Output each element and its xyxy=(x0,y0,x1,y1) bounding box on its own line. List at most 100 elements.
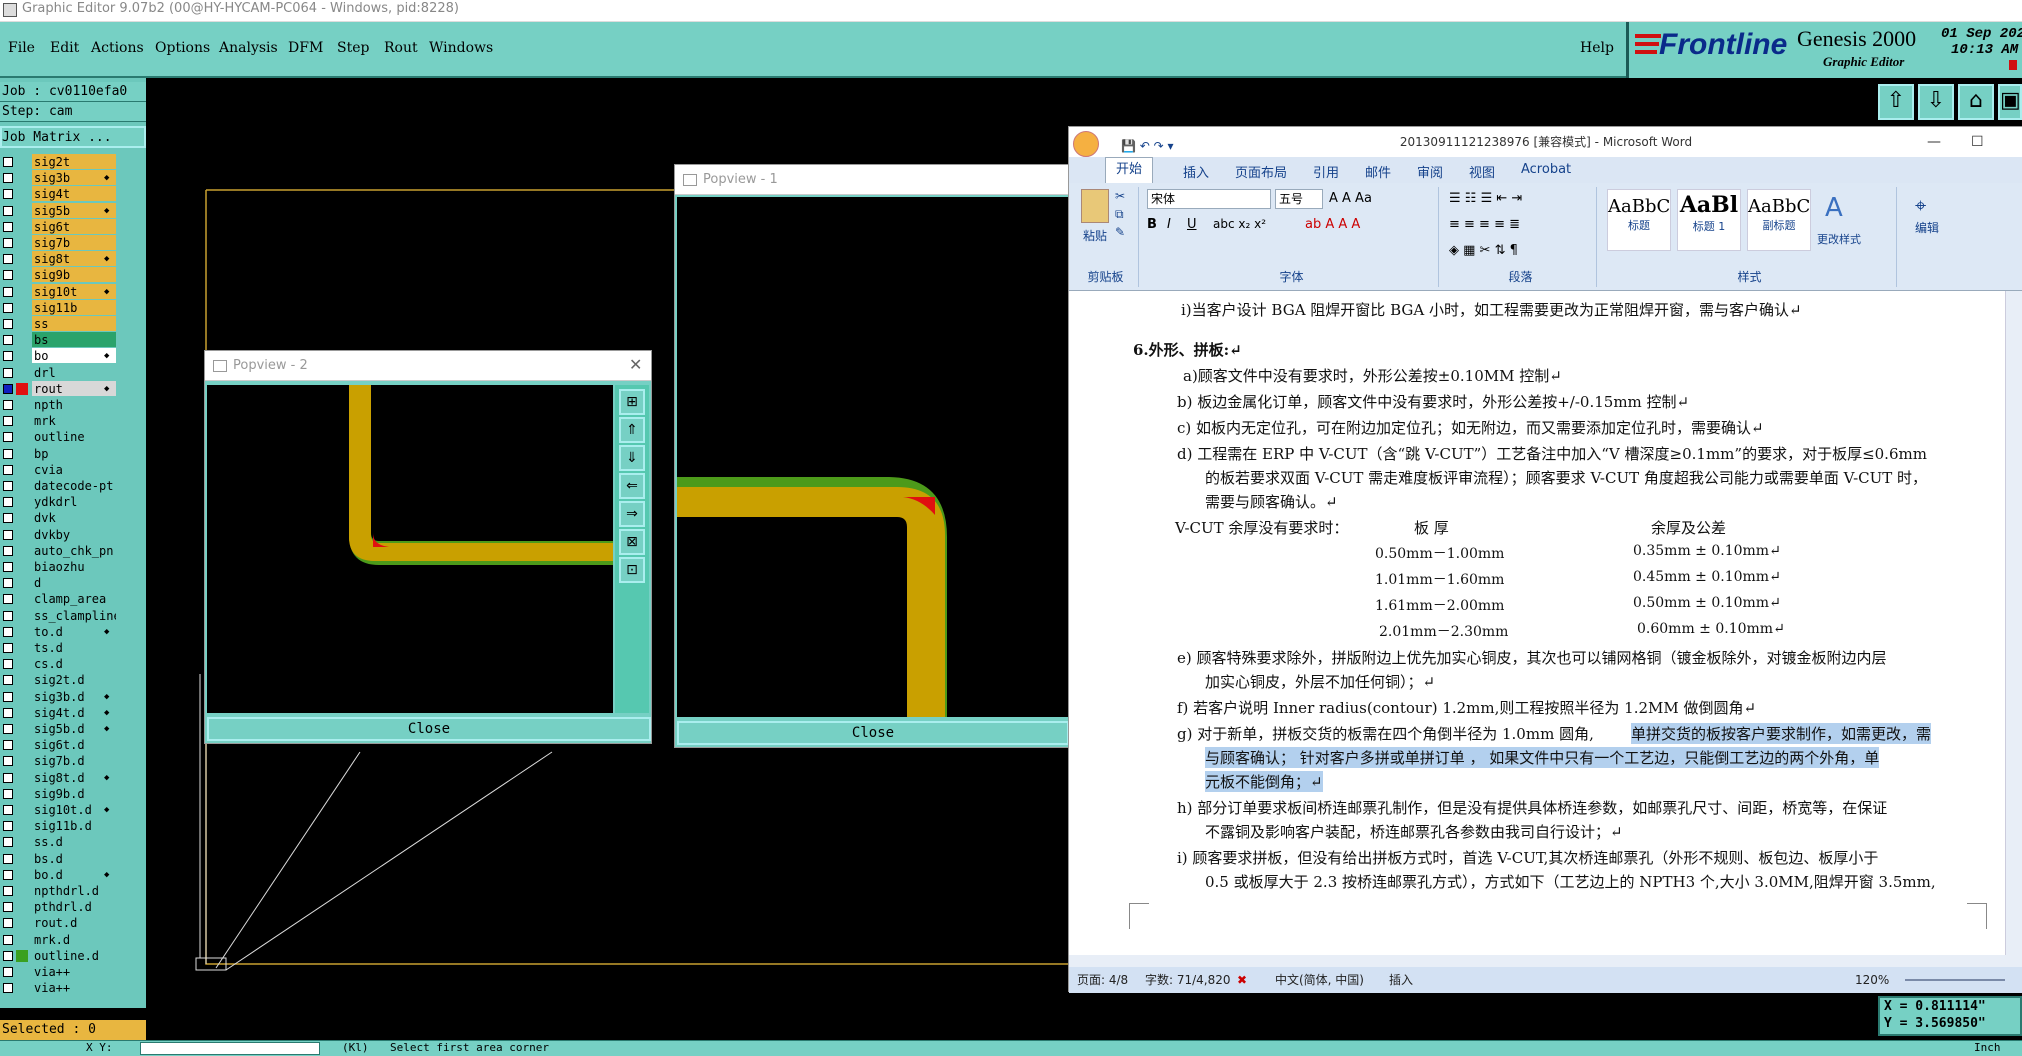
layer-checkbox[interactable] xyxy=(3,643,13,653)
layer-row[interactable]: sig3b ◆ xyxy=(0,170,146,186)
layer-checkbox[interactable] xyxy=(3,351,13,362)
layer-name[interactable]: pthdrl.d xyxy=(32,899,116,915)
popview-1-close-button[interactable]: Close xyxy=(677,721,1069,745)
layer-color-swatch[interactable] xyxy=(16,156,28,168)
layer-color-swatch[interactable] xyxy=(16,658,28,670)
layer-row[interactable]: sig6t.d xyxy=(0,737,146,753)
editing-icon[interactable]: ⌖ xyxy=(1915,193,1926,217)
menu-edit[interactable]: Edit xyxy=(50,40,79,56)
shading-icon[interactable]: ◈ ▦ ✂ ⇅ ¶ xyxy=(1449,243,1518,258)
layer-color-swatch[interactable] xyxy=(16,496,28,508)
change-styles-icon[interactable]: A xyxy=(1825,193,1843,223)
layer-checkbox[interactable] xyxy=(3,983,13,994)
layer-color-swatch[interactable] xyxy=(16,610,28,622)
spelling-icon[interactable]: ✖ xyxy=(1237,967,1247,993)
layer-name[interactable]: ss_clampline xyxy=(32,607,116,623)
layer-color-swatch[interactable] xyxy=(16,788,28,800)
layer-checkbox[interactable] xyxy=(3,513,13,524)
layer-color-swatch[interactable] xyxy=(16,464,28,476)
layer-checkbox[interactable] xyxy=(3,967,13,977)
layer-checkbox[interactable] xyxy=(3,400,13,410)
layer-color-swatch[interactable] xyxy=(16,237,28,249)
layer-row[interactable]: ydkdrl xyxy=(0,494,146,510)
font-color-icon[interactable]: ab A A A xyxy=(1305,217,1360,232)
tab-mailings[interactable]: 邮件 xyxy=(1365,162,1391,181)
pan-right-icon[interactable]: ⇒ xyxy=(619,501,645,527)
layer-name[interactable]: via++ xyxy=(32,980,116,996)
toolbar-window-icon[interactable]: ▣ xyxy=(1998,84,2022,120)
layer-color-swatch[interactable] xyxy=(16,853,28,865)
layer-row[interactable]: dvkby xyxy=(0,526,146,543)
popview-2-window[interactable]: Popview - 2 ✕ ⊞ ⇑ ⇓ ⇐ ⇒ ⊠ ⊡ Close xyxy=(204,350,652,744)
layer-color-swatch[interactable] xyxy=(16,901,28,913)
layer-row[interactable]: sig8t ◆ xyxy=(0,251,146,267)
layer-name[interactable]: ss.d xyxy=(32,834,116,850)
layer-color-swatch[interactable] xyxy=(16,949,28,962)
tab-acrobat[interactable]: Acrobat xyxy=(1521,162,1571,177)
layer-color-swatch[interactable] xyxy=(16,253,28,265)
layer-color-swatch[interactable] xyxy=(16,286,28,298)
layer-color-swatch[interactable] xyxy=(16,869,28,881)
layer-color-swatch[interactable] xyxy=(16,431,28,443)
layer-name[interactable]: via++ xyxy=(32,964,116,979)
layer-color-swatch[interactable] xyxy=(16,674,28,686)
layer-color-swatch[interactable] xyxy=(16,188,28,200)
menu-rout[interactable]: Rout xyxy=(384,40,418,56)
layer-checkbox[interactable] xyxy=(3,886,13,896)
layer-name[interactable]: clamp_area xyxy=(32,591,116,607)
layer-checkbox[interactable] xyxy=(3,497,13,508)
layer-checkbox[interactable] xyxy=(3,529,13,540)
align-icon[interactable]: ≡ ≡ ≡ ≡ ≣ xyxy=(1449,217,1520,232)
layer-row[interactable]: pthdrl.d xyxy=(0,899,146,915)
layer-row[interactable]: auto_chk_pn xyxy=(0,542,146,559)
layer-checkbox[interactable] xyxy=(3,902,13,913)
layer-color-swatch[interactable] xyxy=(16,934,28,946)
toolbar-import-icon[interactable]: ⇩ xyxy=(1918,84,1954,120)
layer-color-swatch[interactable] xyxy=(16,820,28,832)
layer-checkbox[interactable] xyxy=(3,869,13,880)
layer-color-swatch[interactable] xyxy=(16,577,28,589)
layer-row[interactable]: cs.d xyxy=(0,656,146,672)
word-window[interactable]: 💾 ↶ ↷ ▾ 20130911121238976 [兼容模式] - Micro… xyxy=(1068,126,2022,993)
font-name-select[interactable]: 宋体 xyxy=(1147,189,1271,209)
layer-row[interactable]: mrk.d xyxy=(0,931,146,948)
tab-references[interactable]: 引用 xyxy=(1313,162,1339,181)
layer-checkbox[interactable] xyxy=(3,464,13,475)
zoom-level[interactable]: 120% xyxy=(1855,967,1889,993)
zoom-slider[interactable] xyxy=(1905,979,2005,981)
menu-actions[interactable]: Actions xyxy=(91,40,144,56)
zoom-in-icon[interactable]: ⊞ xyxy=(619,389,645,415)
layer-name[interactable]: bs.d xyxy=(32,850,116,866)
layer-color-swatch[interactable] xyxy=(16,382,28,395)
layer-row[interactable]: sig5b.d ◆ xyxy=(0,721,146,737)
layer-checkbox[interactable] xyxy=(3,157,13,167)
layer-checkbox[interactable] xyxy=(3,659,13,670)
layer-row[interactable]: outline.d xyxy=(0,947,146,964)
layer-color-swatch[interactable] xyxy=(16,545,28,557)
toolbar-home-icon[interactable]: ⌂ xyxy=(1958,84,1994,120)
layer-checkbox[interactable] xyxy=(3,724,13,734)
layer-name[interactable]: ts.d xyxy=(32,640,116,655)
menu-dfm[interactable]: DFM xyxy=(288,40,323,56)
layer-color-swatch[interactable] xyxy=(16,626,28,638)
style-heading[interactable]: AaBbC 标题 xyxy=(1607,189,1671,251)
pan-up-icon[interactable]: ⇑ xyxy=(619,417,645,443)
office-button-icon[interactable] xyxy=(1073,131,1099,157)
layer-row[interactable]: sig6t xyxy=(0,218,146,235)
layer-checkbox[interactable] xyxy=(3,675,13,686)
layer-checkbox[interactable] xyxy=(3,448,13,459)
layer-color-swatch[interactable] xyxy=(16,561,28,573)
layer-row[interactable]: rout ◆ xyxy=(0,380,146,397)
layer-row[interactable]: sig4t xyxy=(0,186,146,202)
layer-checkbox[interactable] xyxy=(3,594,13,605)
layer-name[interactable]: sig7b xyxy=(32,235,116,250)
layer-row[interactable]: sig11b xyxy=(0,299,146,316)
layer-name[interactable]: dvk xyxy=(32,510,116,526)
layer-color-swatch[interactable] xyxy=(16,350,28,362)
layer-color-swatch[interactable] xyxy=(16,318,28,330)
layer-color-swatch[interactable] xyxy=(16,269,28,281)
layer-row[interactable]: cvia xyxy=(0,461,146,478)
layer-name[interactable]: sig6t.d xyxy=(32,737,116,753)
layer-color-swatch[interactable] xyxy=(16,529,28,541)
layer-name[interactable]: biaozhu xyxy=(32,559,116,574)
